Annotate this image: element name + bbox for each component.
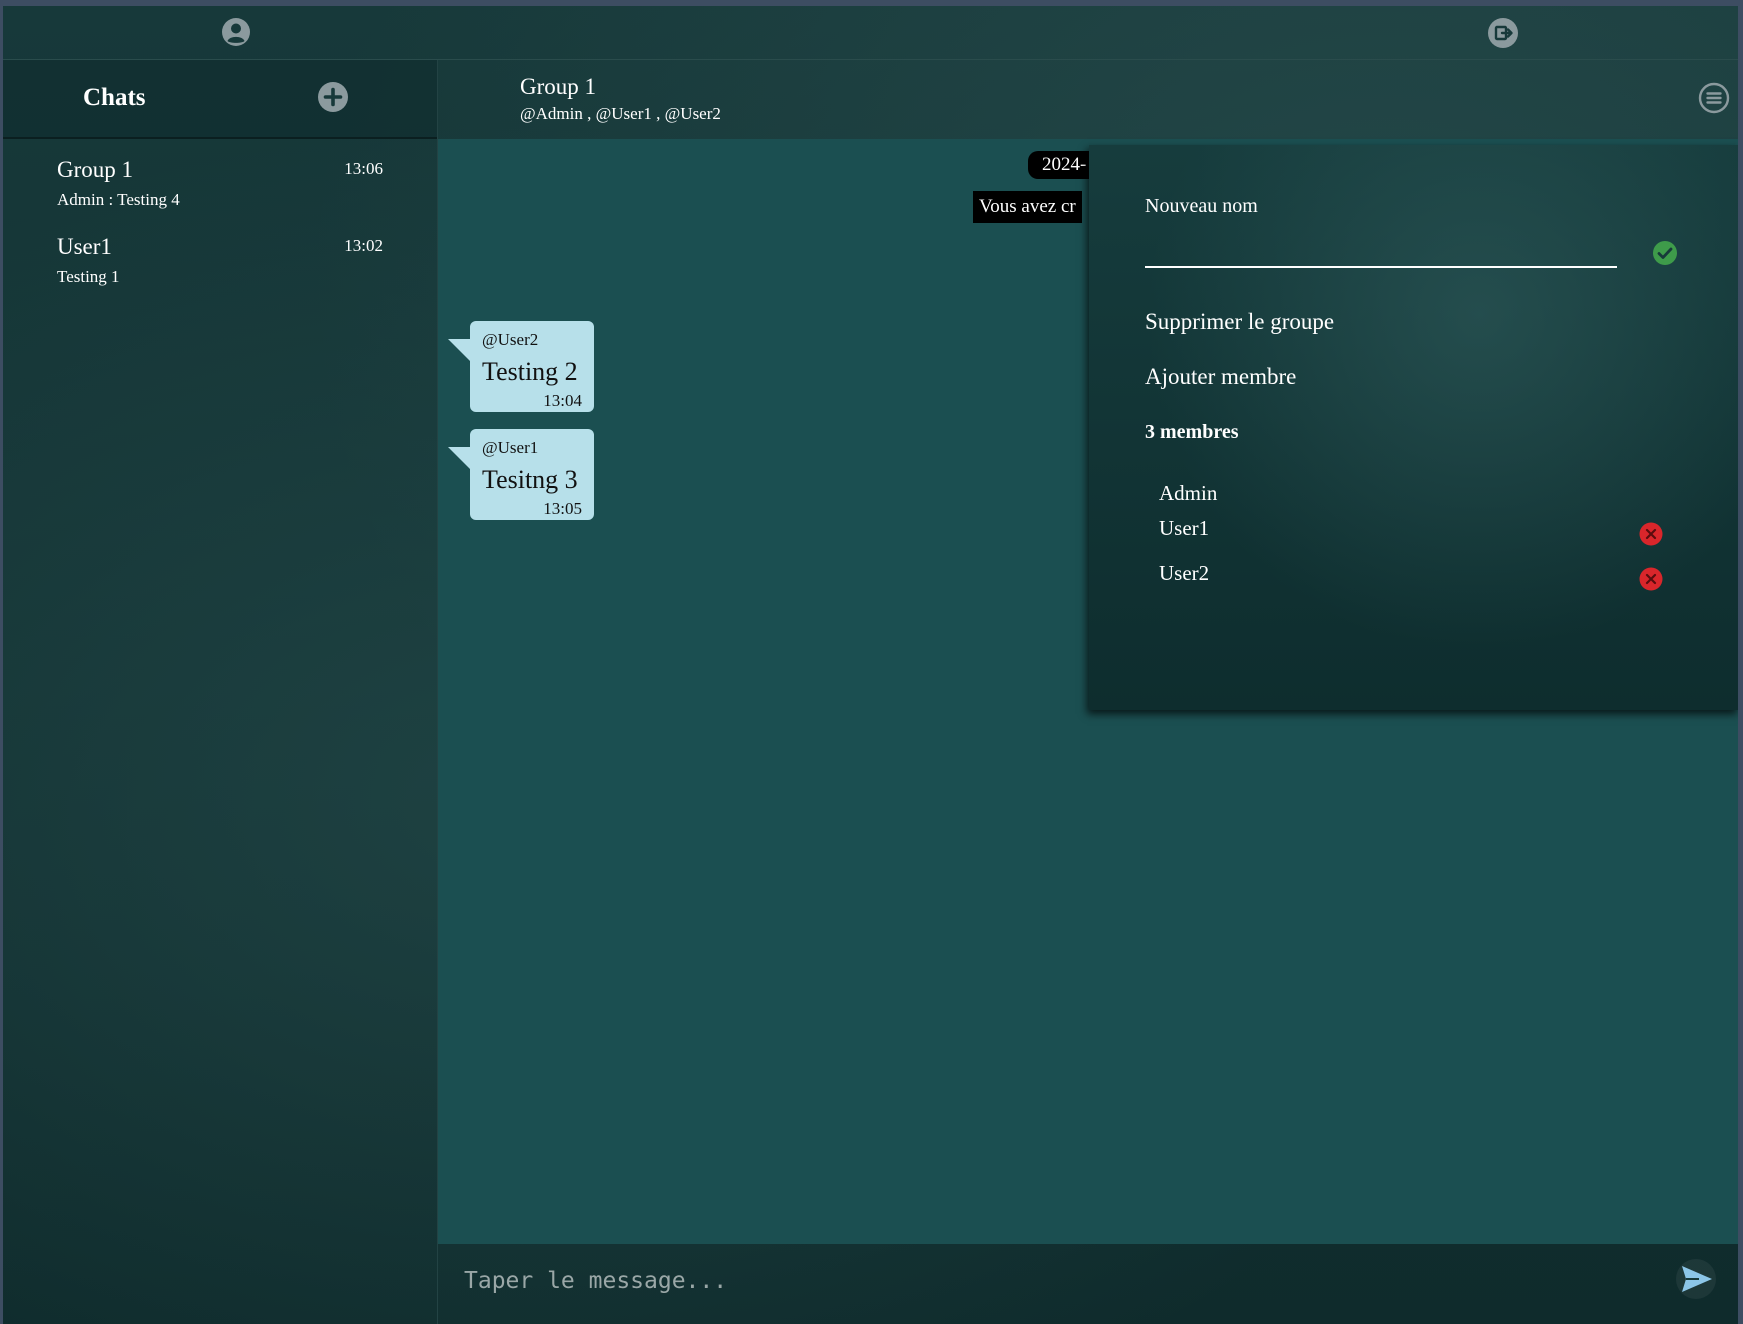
chat-item-user1[interactable]: User1 Testing 1 13:02 bbox=[3, 234, 437, 308]
chat-time: 13:02 bbox=[344, 236, 383, 255]
system-message: Vous avez cr bbox=[973, 191, 1082, 223]
message-time: 13:05 bbox=[543, 499, 582, 518]
profile-button[interactable] bbox=[221, 17, 251, 47]
logout-icon bbox=[1488, 18, 1518, 48]
menu-icon bbox=[1698, 82, 1730, 114]
rename-label: Nouveau nom bbox=[1145, 195, 1258, 217]
chat-item-group-1[interactable]: Group 1 Admin : Testing 4 13:06 bbox=[3, 157, 437, 231]
message-text: Tesitng 3 bbox=[482, 465, 578, 494]
add-member-button[interactable]: Ajouter membre bbox=[1145, 364, 1296, 390]
sidebar-header: Chats bbox=[3, 60, 437, 139]
chat-name: User1 bbox=[57, 234, 112, 259]
member-name: User2 bbox=[1159, 561, 1210, 585]
group-title: Group 1 bbox=[520, 74, 597, 99]
user-circle-icon bbox=[222, 18, 250, 46]
chat-preview: Admin : Testing 4 bbox=[57, 190, 180, 209]
send-button[interactable] bbox=[1675, 1258, 1717, 1300]
confirm-rename-button[interactable] bbox=[1652, 240, 1678, 266]
group-settings-panel: Nouveau nom Supprimer le groupe Ajouter … bbox=[1089, 145, 1738, 710]
rename-input[interactable] bbox=[1145, 230, 1617, 268]
member-name: Admin bbox=[1159, 481, 1218, 505]
delete-group-button[interactable]: Supprimer le groupe bbox=[1145, 309, 1334, 335]
remove-member-user2-button[interactable] bbox=[1639, 567, 1663, 591]
member-name: User1 bbox=[1159, 516, 1210, 540]
message-time: 13:04 bbox=[543, 391, 582, 410]
x-circle-icon bbox=[1639, 522, 1663, 546]
group-members-list: @Admin , @User1 , @User2 bbox=[520, 104, 721, 123]
x-circle-icon bbox=[1639, 567, 1663, 591]
remove-member-user1-button[interactable] bbox=[1639, 522, 1663, 546]
chat-time: 13:06 bbox=[344, 159, 383, 178]
send-icon bbox=[1676, 1259, 1716, 1299]
chat-preview: Testing 1 bbox=[57, 267, 120, 286]
member-row-user2: User2 bbox=[1159, 561, 1719, 597]
check-circle-icon bbox=[1653, 241, 1677, 265]
new-chat-button[interactable] bbox=[317, 81, 349, 113]
message-bubble: @User1 Tesitng 3 13:05 bbox=[470, 429, 594, 520]
chat-name: Group 1 bbox=[57, 157, 134, 182]
members-count: 3 membres bbox=[1145, 421, 1239, 443]
message-author: @User1 bbox=[482, 438, 539, 457]
chat-app: Chats Group 1 Admin : Testing 4 13:06 Us… bbox=[3, 6, 1738, 1324]
sidebar-title: Chats bbox=[83, 84, 146, 111]
member-row-user1: User1 bbox=[1159, 516, 1719, 552]
message-author: @User2 bbox=[482, 330, 539, 349]
top-bar bbox=[3, 6, 1738, 60]
plus-circle-icon bbox=[318, 82, 348, 112]
message-bubble: @User2 Testing 2 13:04 bbox=[470, 321, 594, 412]
member-row-admin: Admin bbox=[1159, 481, 1719, 517]
sidebar: Chats Group 1 Admin : Testing 4 13:06 Us… bbox=[3, 60, 438, 1324]
logout-button[interactable] bbox=[1487, 17, 1519, 49]
group-menu-button[interactable] bbox=[1698, 82, 1730, 114]
message-text: Testing 2 bbox=[482, 357, 578, 386]
message-input[interactable] bbox=[462, 1258, 1616, 1304]
message-composer bbox=[438, 1244, 1738, 1324]
chat-header: Group 1 @Admin , @User1 , @User2 bbox=[438, 60, 1738, 138]
